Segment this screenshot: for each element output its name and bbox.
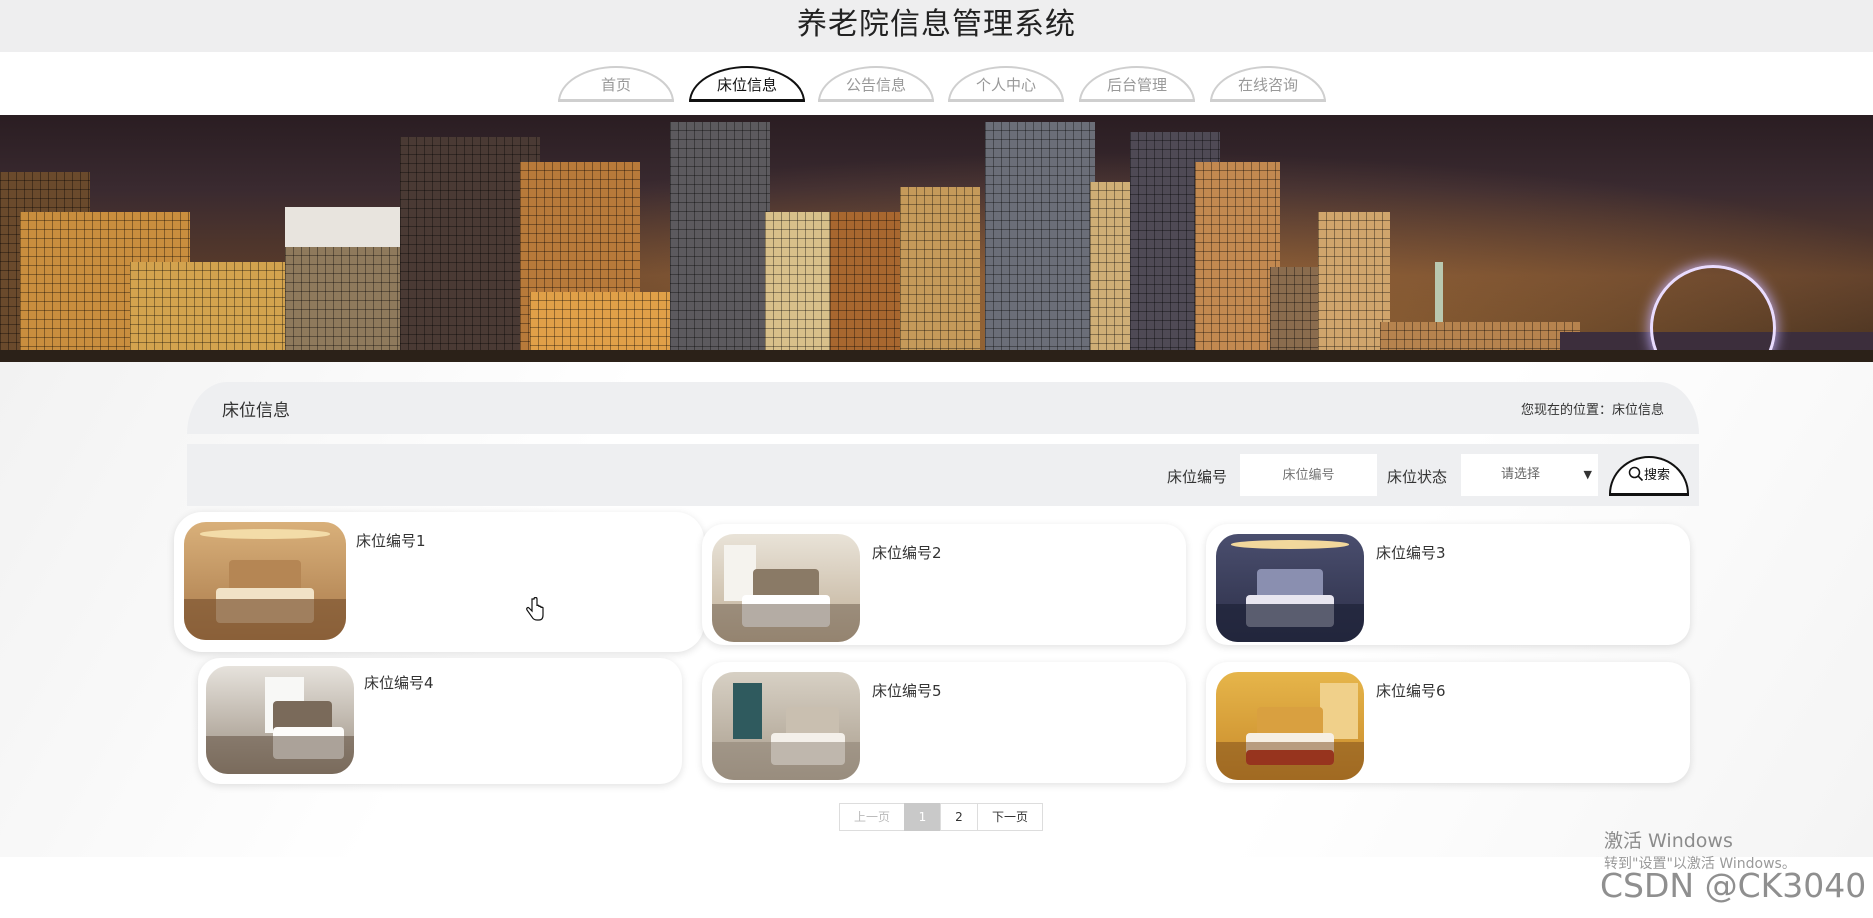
nav-item-personal-center[interactable]: 个人中心 xyxy=(948,66,1064,102)
section-header: 床位信息 您现在的位置：床位信息 xyxy=(187,382,1699,434)
bed-status-select[interactable]: 请选择 ▼ xyxy=(1461,454,1598,496)
bed-photo xyxy=(184,522,346,640)
bed-name[interactable]: 床位编号5 xyxy=(872,680,942,701)
bed-photo xyxy=(712,534,860,642)
bed-name[interactable]: 床位编号3 xyxy=(1376,542,1446,563)
csdn-watermark: CSDN @CK3040 xyxy=(1600,866,1867,905)
search-button-label: 搜索 xyxy=(1643,468,1670,483)
bed-status-selected: 请选择 xyxy=(1501,467,1541,482)
search-bar: 床位编号 床位状态 请选择 ▼ 搜索 xyxy=(187,444,1699,506)
nav-item-announcements[interactable]: 公告信息 xyxy=(818,66,934,102)
section-title: 床位信息 xyxy=(222,401,290,421)
nav-item-home[interactable]: 首页 xyxy=(558,66,674,102)
city-banner-image xyxy=(0,115,1873,362)
next-page-button[interactable]: 下一页 xyxy=(977,803,1043,831)
page-2-button[interactable]: 2 xyxy=(940,803,978,831)
pagination: 上一页 1 2 下一页 xyxy=(839,803,1043,831)
chevron-down-icon: ▼ xyxy=(1583,468,1592,481)
top-header: 养老院信息管理系统 xyxy=(0,0,1873,52)
bed-photo xyxy=(206,666,354,774)
bed-card[interactable]: 床位编号1 xyxy=(174,512,704,652)
main-nav: 首页 床位信息 公告信息 个人中心 后台管理 在线咨询 xyxy=(0,52,1873,115)
nav-item-online-consult[interactable]: 在线咨询 xyxy=(1210,66,1326,102)
bed-card[interactable]: 床位编号3 xyxy=(1206,524,1690,645)
bed-card[interactable]: 床位编号5 xyxy=(702,662,1186,783)
nav-item-bed-info[interactable]: 床位信息 xyxy=(689,66,805,102)
site-title: 养老院信息管理系统 xyxy=(797,7,1076,42)
activate-windows-title: 激活 Windows xyxy=(1604,830,1733,852)
page-1-button[interactable]: 1 xyxy=(904,803,941,831)
bed-photo xyxy=(712,672,860,780)
bed-photo xyxy=(1216,534,1364,642)
nav-item-admin[interactable]: 后台管理 xyxy=(1079,66,1195,102)
bed-number-input[interactable] xyxy=(1240,454,1377,496)
breadcrumb-prefix: 您现在的位置： xyxy=(1520,403,1612,418)
bed-name[interactable]: 床位编号2 xyxy=(872,542,942,563)
bed-card[interactable]: 床位编号6 xyxy=(1206,662,1690,783)
bed-name[interactable]: 床位编号4 xyxy=(364,672,434,693)
breadcrumb: 您现在的位置：床位信息 xyxy=(1521,399,1664,418)
bed-status-label: 床位状态 xyxy=(1387,468,1448,486)
bed-number-label: 床位编号 xyxy=(1167,468,1228,486)
hand-cursor-icon xyxy=(526,597,544,621)
bed-card[interactable]: 床位编号2 xyxy=(702,524,1186,645)
prev-page-button[interactable]: 上一页 xyxy=(839,803,905,831)
bed-photo xyxy=(1216,672,1364,780)
bed-card[interactable]: 床位编号4 xyxy=(198,658,682,784)
search-button[interactable]: 搜索 xyxy=(1609,456,1689,496)
bed-name[interactable]: 床位编号6 xyxy=(1376,680,1446,701)
bed-name[interactable]: 床位编号1 xyxy=(356,530,426,551)
search-icon xyxy=(1628,466,1644,482)
breadcrumb-current[interactable]: 床位信息 xyxy=(1612,403,1664,418)
